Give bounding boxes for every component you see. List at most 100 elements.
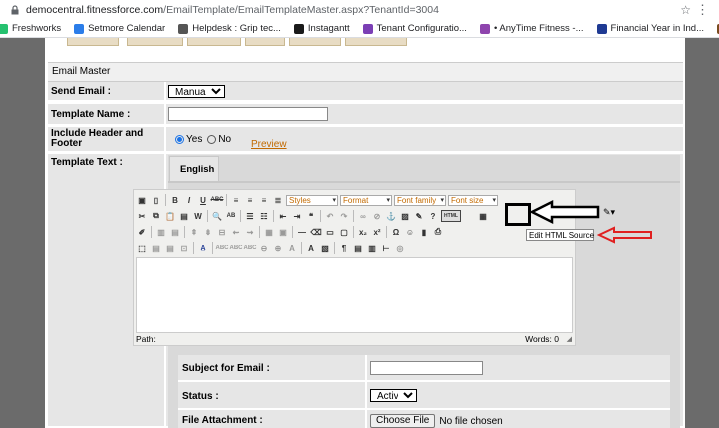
- abbr-icon[interactable]: ABC: [230, 242, 243, 254]
- strikethrough-icon[interactable]: ABC: [211, 194, 224, 206]
- tab-reports-partial[interactable]: [187, 38, 241, 46]
- insert-date-icon[interactable]: ▦: [477, 210, 489, 222]
- link-icon[interactable]: ∞: [357, 210, 369, 222]
- tab-settings-partial[interactable]: [289, 38, 341, 46]
- non-breaking-icon[interactable]: ▥: [366, 242, 378, 254]
- align-right-icon[interactable]: ≡: [258, 194, 270, 206]
- status-select[interactable]: Active: [370, 389, 417, 402]
- menu-icon[interactable]: ⋮: [696, 2, 709, 18]
- horizontal-rule-icon[interactable]: —: [296, 226, 308, 238]
- acronym-icon[interactable]: ABC: [244, 242, 257, 254]
- cleanup-icon[interactable]: ✎: [413, 210, 425, 222]
- absolute-icon[interactable]: ⊡: [178, 242, 190, 254]
- layer-icon[interactable]: ⬚: [136, 242, 148, 254]
- page-break-icon[interactable]: ⊢: [380, 242, 392, 254]
- url-text[interactable]: democentral.fitnessforce.com/EmailTempla…: [26, 4, 439, 16]
- choose-file-button[interactable]: Choose File: [370, 414, 436, 428]
- no-radio[interactable]: [207, 135, 217, 144]
- font-family-dropdown[interactable]: Font family: [394, 194, 446, 206]
- bookmark-item[interactable]: Tenant Configuratio...: [362, 23, 467, 34]
- outdent-icon[interactable]: ⇤: [277, 210, 289, 222]
- fullscreen-icon[interactable]: ▢: [338, 226, 350, 238]
- tab-calendar-partial[interactable]: [127, 38, 183, 46]
- paste-word-icon[interactable]: W: [192, 210, 204, 222]
- subscript-icon[interactable]: x₂: [357, 226, 369, 238]
- bullet-list-icon[interactable]: ☰: [244, 210, 256, 222]
- yes-radio[interactable]: [175, 135, 184, 144]
- bookmark-star-icon[interactable]: ☆: [680, 3, 691, 17]
- resize-handle-icon[interactable]: ◢: [567, 335, 572, 343]
- split-cells-icon[interactable]: ▦: [263, 226, 275, 238]
- bookmark-item[interactable]: Setmore Calendar: [74, 23, 165, 34]
- anchor-icon[interactable]: ⚓: [385, 210, 397, 222]
- bookmark-item[interactable]: Freshworks: [0, 23, 61, 34]
- undo-icon[interactable]: ↶: [324, 210, 336, 222]
- cut-icon[interactable]: ✂: [136, 210, 148, 222]
- font-size-dropdown[interactable]: Font size: [448, 194, 498, 206]
- bold-icon[interactable]: B: [169, 194, 181, 206]
- redo-icon[interactable]: ↷: [338, 210, 350, 222]
- styles-dropdown[interactable]: Styles: [286, 194, 338, 206]
- tab-stock-partial[interactable]: [245, 38, 285, 46]
- media-icon[interactable]: ▮: [418, 226, 430, 238]
- tab-dashboard-partial[interactable]: [67, 38, 119, 46]
- format-dropdown[interactable]: Format: [340, 194, 392, 206]
- superscript-icon[interactable]: x²: [371, 226, 383, 238]
- new-document-icon[interactable]: ▯: [150, 194, 162, 206]
- paste-icon[interactable]: 📋: [164, 210, 176, 222]
- italic-icon[interactable]: I: [183, 194, 195, 206]
- attribs-icon[interactable]: A: [286, 242, 298, 254]
- file-input[interactable]: Choose File No file chosen: [370, 414, 503, 428]
- visual-aid-icon[interactable]: ▭: [324, 226, 336, 238]
- delete-row-icon[interactable]: ⊟: [216, 226, 228, 238]
- align-left-icon[interactable]: ≡: [230, 194, 242, 206]
- remove-format-icon[interactable]: ⌫: [310, 226, 322, 238]
- align-justify-icon[interactable]: ≣: [272, 194, 284, 206]
- char-map-icon[interactable]: A: [305, 242, 317, 254]
- insert-row-before-icon[interactable]: ⇞: [188, 226, 200, 238]
- visual-chars-icon[interactable]: ▤: [352, 242, 364, 254]
- numbered-list-icon[interactable]: ☷: [258, 210, 270, 222]
- bookmark-item[interactable]: Financial Year in Ind...: [596, 23, 704, 34]
- edit-css-icon[interactable]: ✐: [136, 226, 148, 238]
- template-name-input[interactable]: [168, 107, 328, 121]
- emoticon-icon[interactable]: ☺: [404, 226, 416, 238]
- replace-icon[interactable]: AB: [225, 210, 237, 222]
- tab-english[interactable]: English: [169, 156, 219, 181]
- blockquote-icon[interactable]: ❝: [305, 210, 317, 222]
- del-icon[interactable]: ⊖: [258, 242, 270, 254]
- font-color-icon[interactable]: ✎▾: [603, 207, 615, 218]
- align-center-icon[interactable]: ≡: [244, 194, 256, 206]
- unlink-icon[interactable]: ⊘: [371, 210, 383, 222]
- col-after-icon[interactable]: ⇝: [244, 226, 256, 238]
- print-icon[interactable]: ⎙: [432, 226, 444, 238]
- ins-icon[interactable]: ⊕: [272, 242, 284, 254]
- save-icon[interactable]: ▣: [136, 194, 148, 206]
- preview-link[interactable]: Preview: [251, 139, 287, 150]
- address-bar[interactable]: democentral.fitnessforce.com/EmailTempla…: [0, 0, 719, 20]
- editor-content-area[interactable]: [136, 257, 573, 333]
- move-backward-icon[interactable]: ▤: [164, 242, 176, 254]
- show-blocks-icon[interactable]: ¶: [338, 242, 350, 254]
- paste-text-icon[interactable]: ▤: [178, 210, 190, 222]
- indent-icon[interactable]: ⇥: [291, 210, 303, 222]
- subject-input[interactable]: [370, 361, 483, 375]
- find-icon[interactable]: 🔍: [211, 210, 223, 222]
- merge-cells-icon[interactable]: ▣: [277, 226, 289, 238]
- bookmark-item[interactable]: • AnyTime Fitness -...: [479, 23, 584, 34]
- cite-icon[interactable]: ABC: [216, 242, 229, 254]
- restore-draft-icon[interactable]: ◎: [394, 242, 406, 254]
- send-email-select[interactable]: Manually: [168, 85, 225, 98]
- underline-icon[interactable]: U: [197, 194, 209, 206]
- template-icon[interactable]: ▧: [319, 242, 331, 254]
- help-icon[interactable]: ?: [427, 210, 439, 222]
- bookmark-item[interactable]: Helpdesk : Grip tec...: [178, 23, 281, 34]
- insert-row-after-icon[interactable]: ⇟: [202, 226, 214, 238]
- col-before-icon[interactable]: ⇜: [230, 226, 242, 238]
- move-forward-icon[interactable]: ▤: [150, 242, 162, 254]
- row-props-icon[interactable]: ▤: [169, 226, 181, 238]
- html-source-icon[interactable]: HTML: [441, 210, 461, 222]
- image-icon[interactable]: ▨: [399, 210, 411, 222]
- copy-icon[interactable]: ⧉: [150, 210, 162, 222]
- styles-props-icon[interactable]: A̲: [197, 242, 209, 254]
